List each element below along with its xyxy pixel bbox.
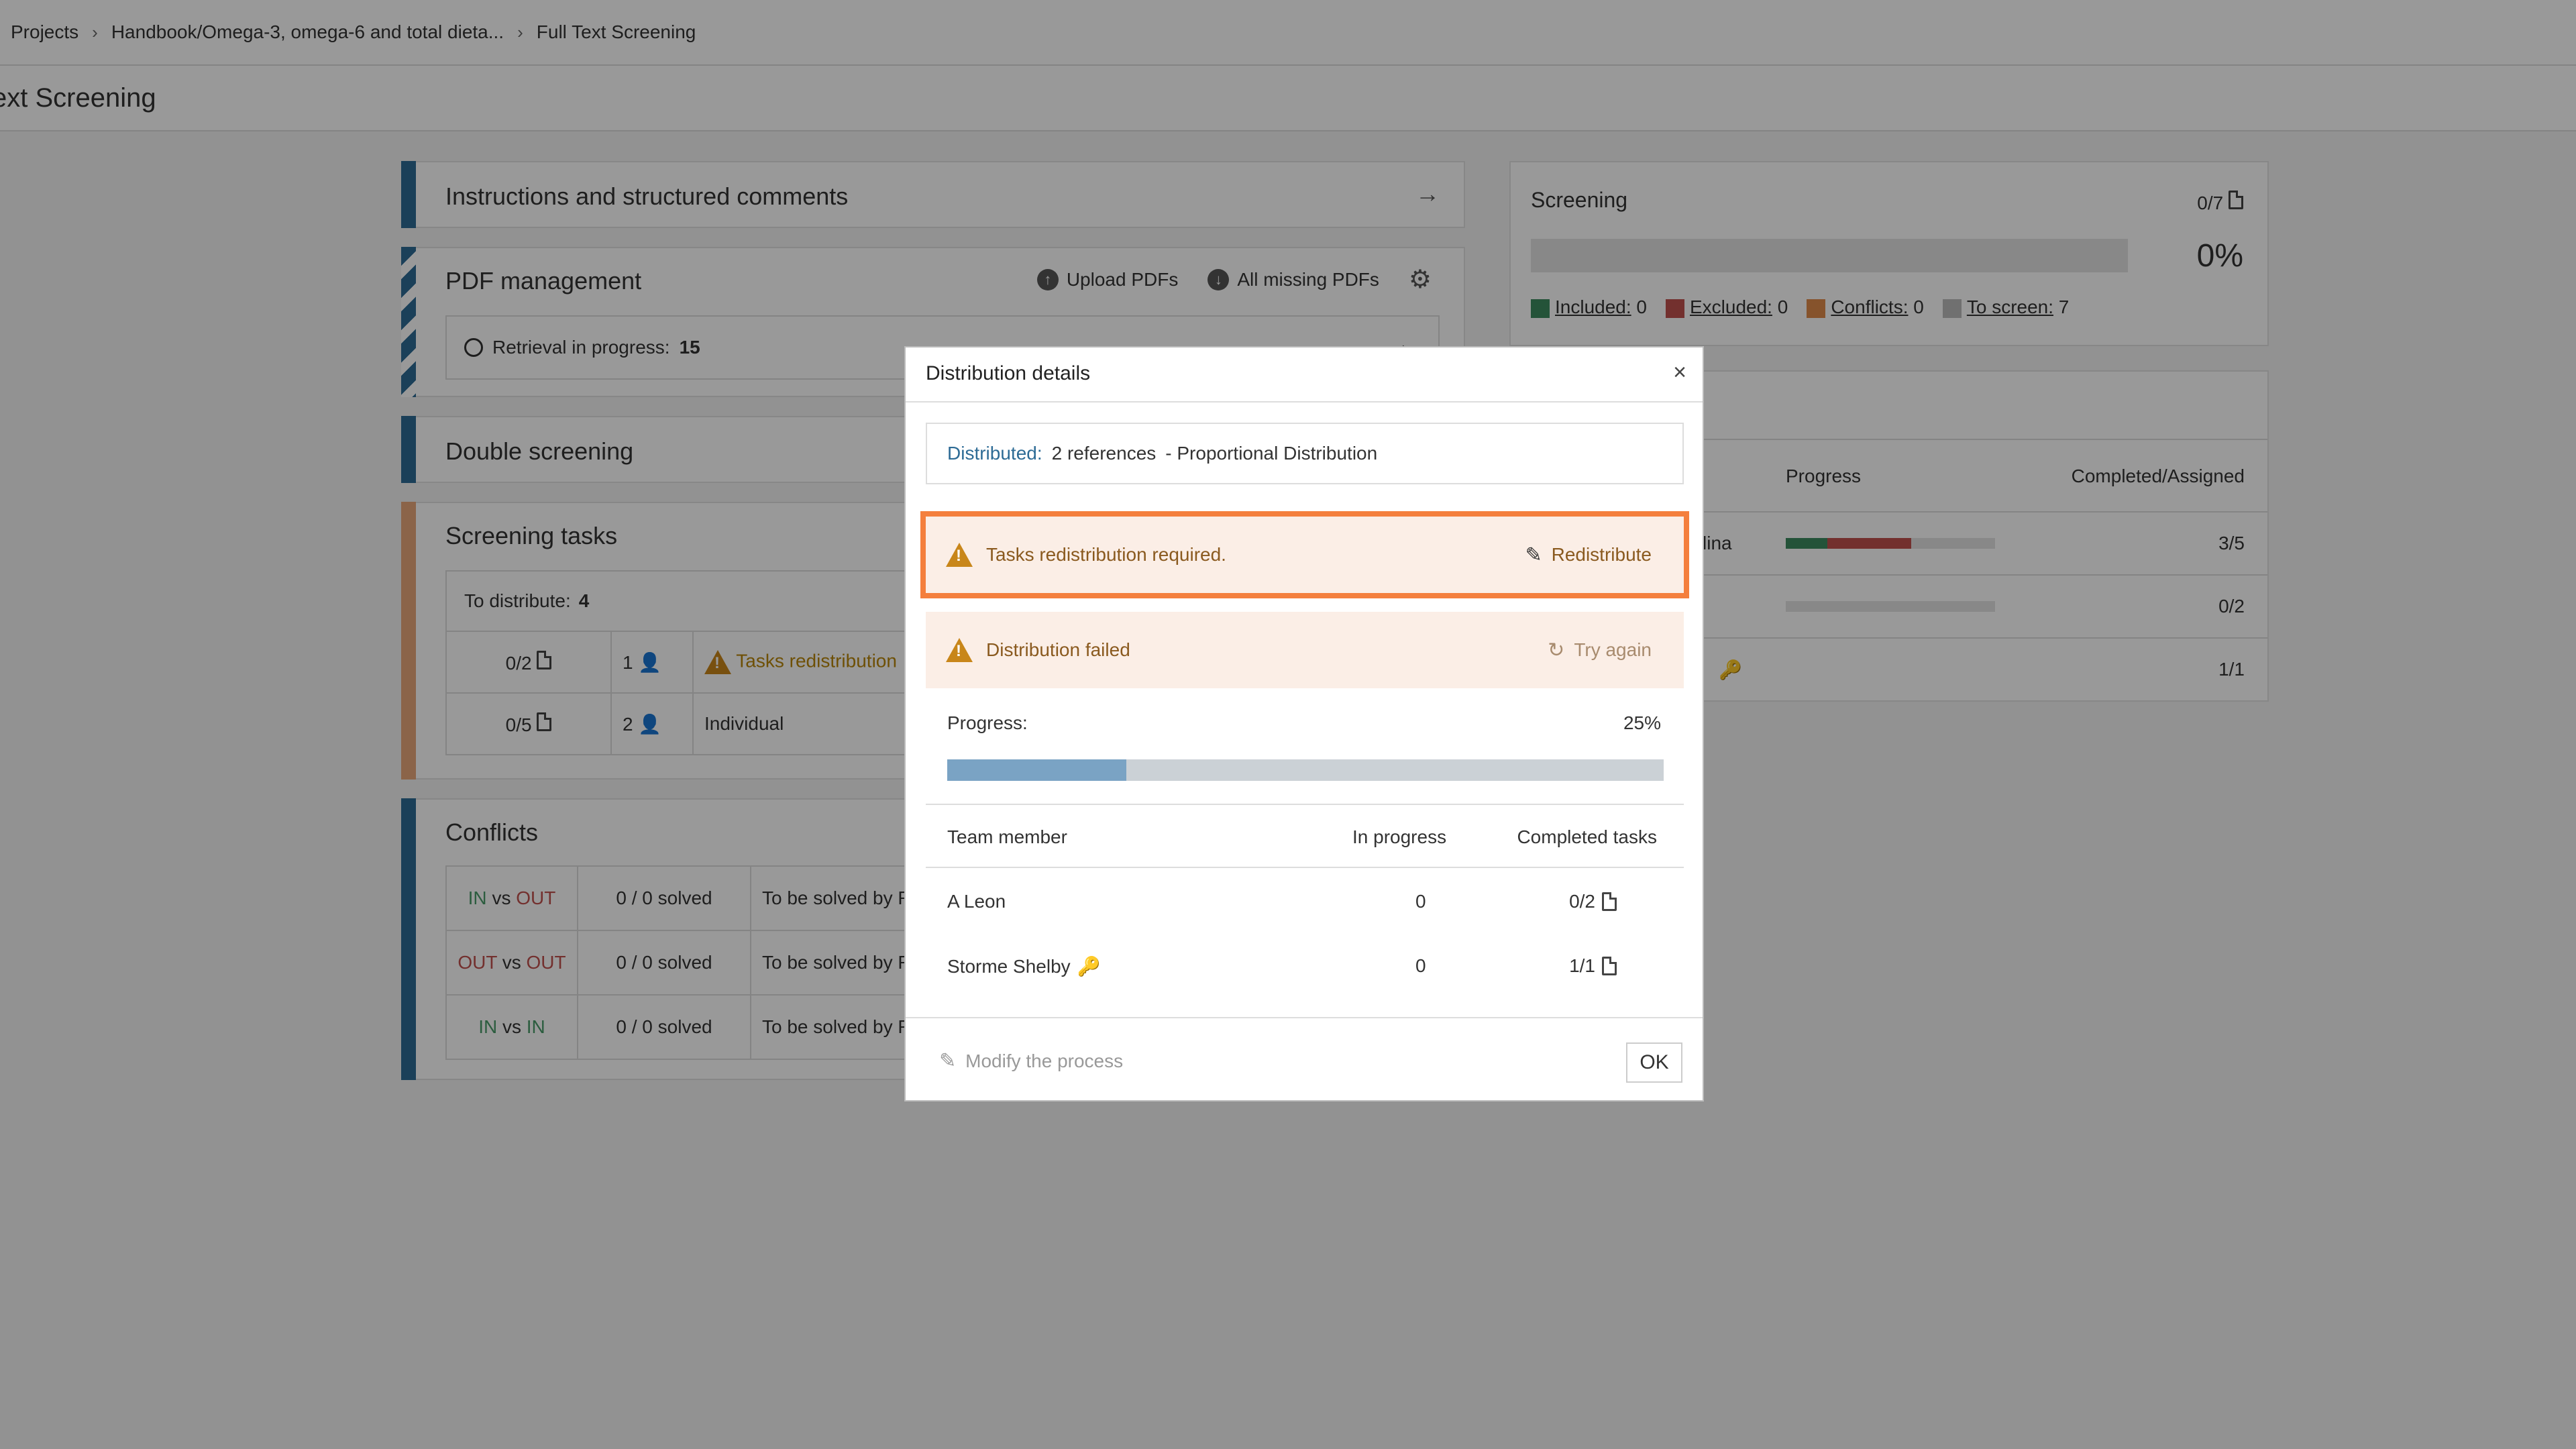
- distribution-details-dialog: Distribution details × Distributed: 2 re…: [904, 346, 1704, 1102]
- distribution-failed-alert: Distribution failed ↻ Try again: [926, 612, 1684, 688]
- person-key-icon: 🔑: [1077, 956, 1101, 977]
- redistribute-button[interactable]: ✎ Redistribute: [1525, 543, 1652, 567]
- document-icon: [1602, 957, 1617, 975]
- distribution-progress-bar: [947, 759, 1664, 781]
- progress-fill: [947, 759, 1126, 781]
- progress-value: 25%: [1623, 712, 1661, 733]
- team-member-name: A Leon: [947, 891, 1006, 912]
- dialog-header: Distribution details ×: [906, 347, 1703, 402]
- team-member-name: Storme Shelby 🔑: [947, 955, 1101, 977]
- dialog-title: Distribution details: [926, 362, 1091, 384]
- distributed-refs: 2 references: [1051, 443, 1157, 464]
- pencil-icon: ✎: [1525, 543, 1542, 566]
- distributed-summary: Distributed: 2 references - Proportional…: [926, 423, 1684, 484]
- header-completed-tasks: Completed tasks: [1517, 826, 1657, 847]
- distributed-label: Distributed:: [947, 443, 1042, 464]
- redistribution-alert: Tasks redistribution required. ✎ Redistr…: [926, 517, 1684, 593]
- member-completed: 0/2: [1569, 891, 1617, 912]
- ok-button[interactable]: OK: [1626, 1042, 1682, 1083]
- members-table-header: Team member In progress Completed tasks: [926, 804, 1684, 868]
- refresh-icon: ↻: [1548, 639, 1565, 661]
- progress-label: Progress:: [947, 712, 1028, 733]
- member-completed: 1/1: [1569, 955, 1617, 977]
- header-team-member: Team member: [947, 826, 1067, 847]
- distributed-method: - Proportional Distribution: [1165, 443, 1378, 464]
- document-icon: [1602, 892, 1617, 911]
- try-again-button[interactable]: ↻ Try again: [1548, 639, 1652, 662]
- redistribute-label: Redistribute: [1551, 544, 1652, 565]
- warning-icon: [946, 543, 973, 567]
- modify-label: Modify the process: [965, 1050, 1124, 1071]
- header-in-progress: In progress: [1352, 826, 1447, 847]
- member-in-progress: 0: [1415, 891, 1426, 912]
- pencil-icon: ✎: [939, 1050, 957, 1072]
- table-row[interactable]: A Leon 0 0/2: [926, 869, 1684, 934]
- close-icon[interactable]: ×: [1673, 360, 1686, 386]
- redistribution-message: Tasks redistribution required.: [986, 544, 1226, 565]
- table-row[interactable]: Storme Shelby 🔑 0 1/1: [926, 934, 1684, 998]
- try-again-label: Try again: [1574, 639, 1652, 660]
- warning-icon: [946, 638, 973, 662]
- failed-message: Distribution failed: [986, 639, 1130, 660]
- modify-process-button[interactable]: ✎ Modify the process: [939, 1049, 1123, 1073]
- member-in-progress: 0: [1415, 955, 1426, 976]
- dialog-footer: ✎ Modify the process OK: [906, 1017, 1703, 1102]
